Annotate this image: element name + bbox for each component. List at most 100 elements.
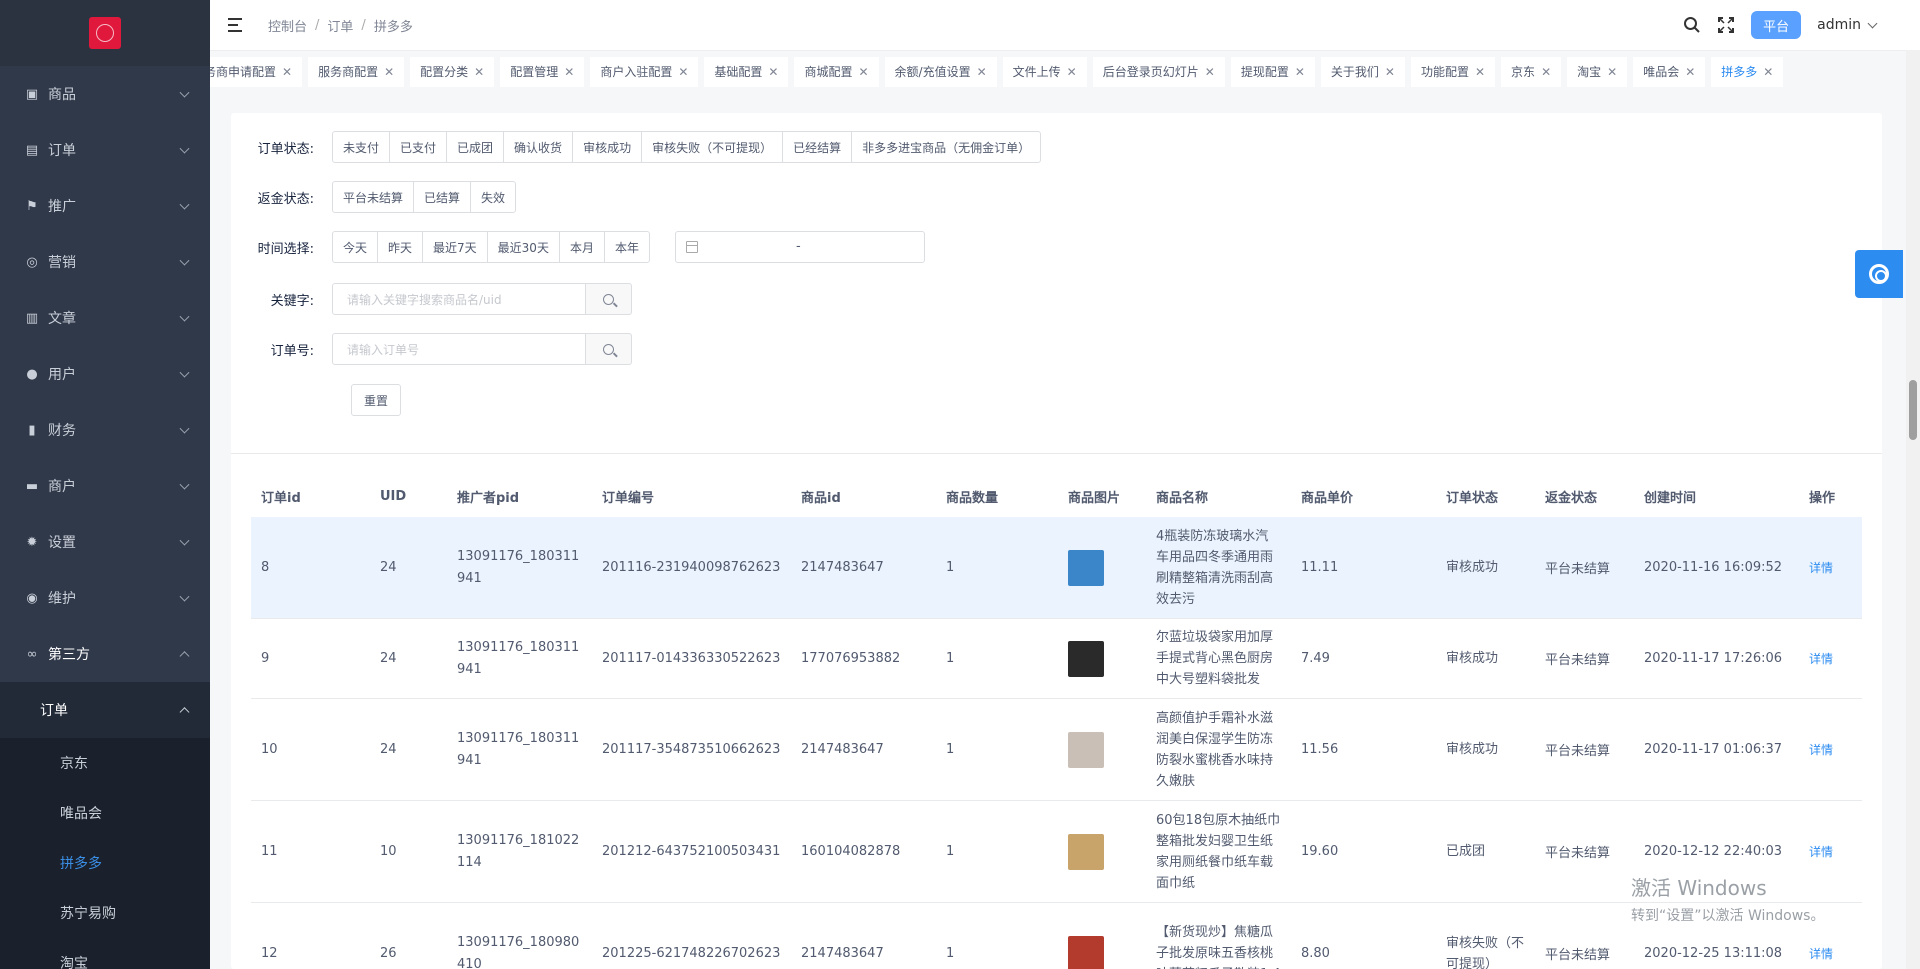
sidebar-item[interactable]: ▣ 商品: [0, 66, 210, 122]
sidebar-item[interactable]: ▤ 订单: [0, 122, 210, 178]
close-icon[interactable]: ✕: [1067, 65, 1077, 79]
filter-option-button[interactable]: 失效: [470, 181, 517, 213]
filter-option-button[interactable]: 确认收货: [503, 131, 574, 163]
sidebar-item[interactable]: ∞ 第三方: [0, 626, 210, 682]
fullscreen-icon[interactable]: [1717, 16, 1735, 34]
close-icon[interactable]: ✕: [384, 65, 394, 79]
filter-option-button[interactable]: 已成团: [446, 131, 505, 163]
filter-option-button[interactable]: 平台未结算: [332, 181, 415, 213]
product-thumbnail[interactable]: [1068, 833, 1104, 870]
product-thumbnail[interactable]: [1068, 549, 1104, 586]
floating-settings-button[interactable]: [1855, 250, 1903, 298]
table-row[interactable]: 8 24 13091176_180311941 201116-231940098762…: [251, 517, 1862, 619]
submenu-item[interactable]: 淘宝: [0, 938, 210, 969]
order-no-input[interactable]: 请输入订单号: [332, 333, 586, 365]
filter-option-button[interactable]: 昨天: [377, 231, 424, 263]
filter-option-button[interactable]: 最近7天: [422, 231, 488, 263]
sidebar-item[interactable]: ▮ 财务: [0, 402, 210, 458]
tab-item[interactable]: 基础配置 ✕: [704, 56, 789, 87]
scrollbar-thumb[interactable]: [1909, 380, 1917, 440]
tab-item[interactable]: 服务商申请配置 ✕: [210, 56, 303, 87]
close-icon[interactable]: ✕: [1295, 65, 1305, 79]
close-icon[interactable]: ✕: [1607, 65, 1617, 79]
platform-button[interactable]: 平台: [1751, 11, 1802, 39]
menu-fold-icon[interactable]: [228, 18, 244, 32]
scrollbar-track[interactable]: [1906, 50, 1920, 969]
close-icon[interactable]: ✕: [1205, 65, 1215, 79]
tab-item[interactable]: 京东 ✕: [1501, 56, 1562, 87]
close-icon[interactable]: ✕: [1541, 65, 1551, 79]
sidebar-item[interactable]: ▥ 文章: [0, 290, 210, 346]
close-icon[interactable]: ✕: [768, 65, 778, 79]
admin-menu[interactable]: admin: [1817, 17, 1878, 33]
close-icon[interactable]: ✕: [1763, 65, 1773, 79]
filter-option-button[interactable]: 审核成功: [572, 131, 643, 163]
filter-option-button[interactable]: 审核失败（不可提现）: [641, 131, 784, 163]
close-icon[interactable]: ✕: [858, 65, 868, 79]
filter-option-button[interactable]: 非多多进宝商品（无佣金订单）: [851, 131, 1042, 163]
table-row[interactable]: 11 10 13091176_181022114 201212-64375210050…: [251, 801, 1862, 903]
filter-option-button[interactable]: 未支付: [332, 131, 391, 163]
filter-option-button[interactable]: 今天: [332, 231, 379, 263]
detail-link[interactable]: 详情: [1809, 561, 1833, 575]
date-range-picker[interactable]: -: [674, 231, 925, 263]
tab-item[interactable]: 提现配置 ✕: [1230, 56, 1315, 87]
product-thumbnail[interactable]: [1068, 731, 1104, 768]
submenu-item[interactable]: 京东: [0, 738, 210, 788]
filter-option-button[interactable]: 已经结算: [782, 131, 853, 163]
tab-item[interactable]: 后台登录页幻灯片 ✕: [1092, 56, 1225, 87]
table-row[interactable]: 9 24 13091176_180311941 201117-014336330522…: [251, 619, 1862, 699]
detail-link[interactable]: 详情: [1809, 947, 1833, 961]
reset-button[interactable]: 重置: [351, 384, 402, 416]
sidebar-item[interactable]: ▬ 商户: [0, 458, 210, 514]
close-icon[interactable]: ✕: [282, 65, 292, 79]
filter-option-button[interactable]: 本月: [558, 231, 605, 263]
submenu-item[interactable]: 苏宁易购: [0, 888, 210, 938]
close-icon[interactable]: ✕: [1475, 65, 1485, 79]
tab-item[interactable]: 服务商配置 ✕: [308, 56, 405, 87]
sidebar-item[interactable]: ◎ 营销: [0, 234, 210, 290]
tab-item[interactable]: 配置分类 ✕: [410, 56, 495, 87]
tab-item[interactable]: 余额/充值设置 ✕: [884, 56, 997, 87]
tab-item[interactable]: 商户入驻配置 ✕: [590, 56, 699, 87]
filter-option-button[interactable]: 最近30天: [486, 231, 560, 263]
sidebar-item[interactable]: ⚑ 推广: [0, 178, 210, 234]
search-icon[interactable]: [1683, 16, 1701, 34]
tab-item[interactable]: 文件上传 ✕: [1002, 56, 1087, 87]
breadcrumb-order[interactable]: 订单: [327, 16, 353, 35]
table-row[interactable]: 10 24 13091176_180311941 201117-35487351066…: [251, 699, 1862, 801]
keyword-input[interactable]: 请输入关键字搜索商品名/uid: [332, 283, 586, 315]
tab-item[interactable]: 功能配置 ✕: [1410, 56, 1496, 87]
filter-option-button[interactable]: 本年: [603, 231, 650, 263]
table-row[interactable]: 12 26 13091176_180980410 201225-62174822670…: [251, 903, 1862, 969]
breadcrumb-dashboard[interactable]: 控制台: [268, 16, 307, 35]
tab-item[interactable]: 淘宝 ✕: [1567, 56, 1628, 87]
keyword-search-button[interactable]: [586, 283, 632, 315]
tab-item[interactable]: 商城配置 ✕: [794, 56, 879, 87]
close-icon[interactable]: ✕: [564, 65, 574, 79]
sidebar-item[interactable]: ✹ 设置: [0, 514, 210, 570]
filter-option-button[interactable]: 已支付: [389, 131, 448, 163]
sidebar-item[interactable]: ● 用户: [0, 346, 210, 402]
close-icon[interactable]: ✕: [1685, 65, 1695, 79]
submenu-head-order[interactable]: 订单: [0, 682, 210, 738]
detail-link[interactable]: 详情: [1809, 845, 1833, 859]
tab-item[interactable]: 拼多多 ✕: [1711, 56, 1784, 87]
logo[interactable]: [89, 17, 121, 49]
submenu-item[interactable]: 拼多多: [0, 838, 210, 888]
order-no-search-button[interactable]: [586, 333, 632, 365]
close-icon[interactable]: ✕: [678, 65, 688, 79]
product-thumbnail[interactable]: [1068, 935, 1104, 969]
tab-item[interactable]: 关于我们 ✕: [1320, 56, 1405, 87]
sidebar-item[interactable]: ◉ 维护: [0, 570, 210, 626]
detail-link[interactable]: 详情: [1809, 652, 1833, 666]
close-icon[interactable]: ✕: [1385, 65, 1395, 79]
tab-item[interactable]: 配置管理 ✕: [500, 56, 585, 87]
detail-link[interactable]: 详情: [1809, 743, 1833, 757]
close-icon[interactable]: ✕: [977, 65, 987, 79]
tab-item[interactable]: 唯品会 ✕: [1633, 56, 1706, 87]
submenu-item[interactable]: 唯品会: [0, 788, 210, 838]
product-thumbnail[interactable]: [1068, 640, 1104, 677]
filter-option-button[interactable]: 已结算: [413, 181, 472, 213]
close-icon[interactable]: ✕: [474, 65, 484, 79]
